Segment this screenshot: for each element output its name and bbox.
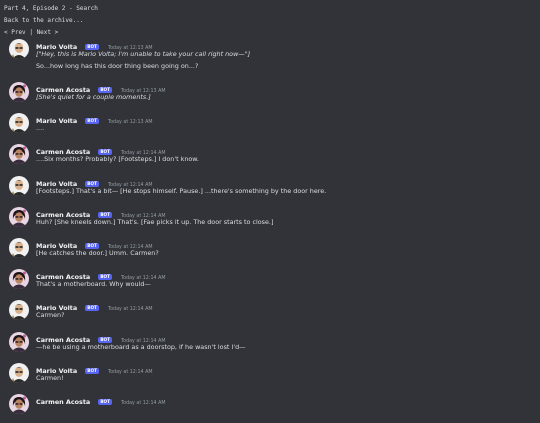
message-text: [He catches the door.] Umm. Carmen? [36,248,159,257]
bot-badge: BOT [85,305,99,312]
mario-avatar[interactable] [9,175,29,196]
message-text: [She's quiet for a couple moments.] [36,93,151,101]
carmen-avatar[interactable] [9,144,29,165]
mario-avatar[interactable] [9,113,29,134]
message-text: That's a motherboard. Why would— [36,280,151,289]
message: Carmen Acosta BOT Today at 12:14 AM [0,392,540,423]
prev-link[interactable]: < Prev [4,29,26,36]
mario-avatar[interactable] [9,362,29,383]
carmen-avatar[interactable] [9,269,29,290]
message: Mario Volta BOT Today at 12:13 AM ["Hey,… [0,37,540,80]
message: Carmen Acosta BOT Today at 12:14 AM ....… [0,142,540,173]
message-text: ....Six months? Probably? [Footsteps.] I… [36,155,199,164]
message: Carmen Acosta BOT Today at 12:13 AM [She… [0,80,540,111]
episode-title: Part 4, Episode 2 - Search [4,5,98,12]
message: Mario Volta BOT Today at 12:14 AM Carmen… [0,298,540,329]
timestamp: Today at 12:14 AM [107,369,153,375]
next-link[interactable]: Next > [37,29,59,36]
message-list: Mario Volta BOT Today at 12:13 AM ["Hey,… [0,37,540,423]
timestamp: Today at 12:13 AM [107,120,153,126]
message: Mario Volta BOT Today at 12:13 AM .... [0,111,540,142]
mario-avatar[interactable] [9,300,29,321]
timestamp: Today at 12:14 AM [121,400,166,406]
message-text: So...how long has this door thing been g… [36,62,199,70]
bot-badge: BOT [85,367,99,374]
message-text: Carmen? [36,311,65,320]
bot-badge: BOT [98,398,112,405]
message-text: Carmen! [36,373,64,382]
message: Carmen Acosta BOT Today at 12:14 AM —he … [0,330,540,361]
carmen-avatar[interactable] [9,82,29,102]
bot-badge: BOT [85,118,99,125]
message: Mario Volta BOT Today at 12:14 AM [He ca… [0,236,540,267]
mario-avatar[interactable] [9,39,29,59]
nav-separator: | [29,29,33,36]
message: Carmen Acosta BOT Today at 12:14 AM That… [0,267,540,298]
message-text: [Footsteps.] That's a bit— [He stops him… [36,186,327,195]
mario-avatar[interactable] [9,237,29,258]
message: Mario Volta BOT Today at 12:14 AM [Foots… [0,174,540,205]
timestamp: Today at 12:14 AM [107,307,153,313]
carmen-avatar[interactable] [9,393,29,414]
message-text: Huh? [She kneels down.] That's. [Fae pic… [36,217,274,226]
carmen-avatar[interactable] [9,331,29,352]
back-to-archive-link[interactable]: Back to the archive... [4,17,83,24]
carmen-avatar[interactable] [9,206,29,227]
message-text: ["Hey, this is Mario Volta; I'm unable t… [36,50,251,58]
message: Mario Volta BOT Today at 12:14 AM Carmen… [0,361,540,392]
message-text: .... [36,124,45,133]
message-text: —he be using a motherboard as a doorstop… [36,342,246,351]
message: Carmen Acosta BOT Today at 12:14 AM Huh?… [0,205,540,236]
